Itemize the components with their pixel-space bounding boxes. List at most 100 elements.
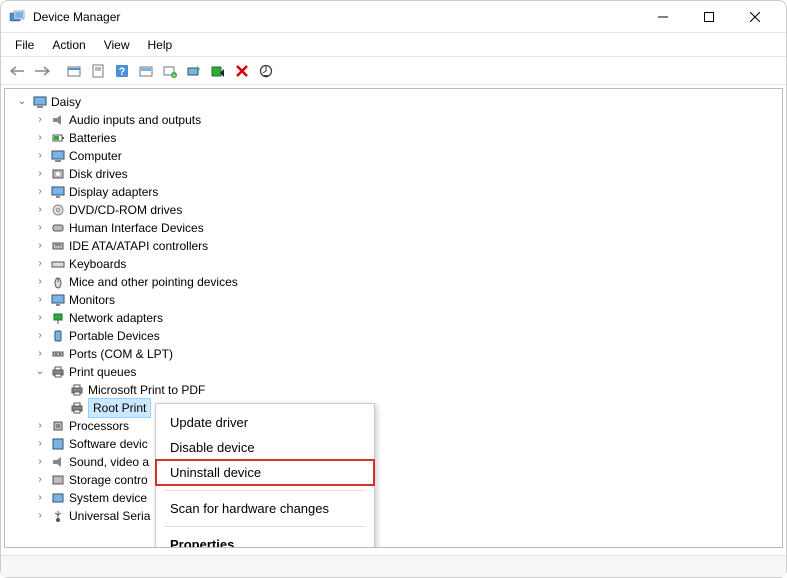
back-button[interactable]: [7, 60, 29, 82]
chevron-right-icon[interactable]: ›: [33, 257, 47, 271]
chevron-right-icon[interactable]: ›: [33, 473, 47, 487]
chevron-right-icon[interactable]: ›: [33, 347, 47, 361]
printer-icon: [50, 364, 66, 380]
tree-category[interactable]: › IDE ATA/ATAPI controllers: [15, 237, 772, 255]
port-icon: [50, 346, 66, 362]
tree-category[interactable]: › Network adapters: [15, 309, 772, 327]
tree-category-label: Batteries: [69, 129, 116, 147]
network-icon: [50, 310, 66, 326]
app-icon: [9, 9, 25, 25]
tree-category-label: Display adapters: [69, 183, 158, 201]
svg-text:+: +: [172, 72, 176, 78]
menu-help[interactable]: Help: [140, 36, 181, 54]
computer-icon: [32, 94, 48, 110]
scan-hardware-changes-icon[interactable]: [255, 60, 277, 82]
add-hardware-icon[interactable]: +: [159, 60, 181, 82]
uninstall-icon[interactable]: [231, 60, 253, 82]
tree-root-label: Daisy: [51, 93, 81, 111]
chevron-right-icon[interactable]: ›: [33, 455, 47, 469]
tree-category[interactable]: ›Disk drives: [15, 165, 772, 183]
chevron-right-icon[interactable]: ›: [33, 131, 47, 145]
chevron-right-icon[interactable]: ›: [33, 203, 47, 217]
chevron-right-icon[interactable]: ›: [33, 509, 47, 523]
menu-view[interactable]: View: [96, 36, 138, 54]
minimize-button[interactable]: [640, 2, 686, 32]
show-tree-icon[interactable]: [63, 60, 85, 82]
chevron-right-icon[interactable]: ›: [33, 167, 47, 181]
battery-icon: [50, 130, 66, 146]
tree-root[interactable]: ⌄ Daisy: [15, 93, 772, 111]
ctx-update-driver[interactable]: Update driver: [156, 410, 374, 435]
ctx-disable-device[interactable]: Disable device: [156, 435, 374, 460]
portable-icon: [50, 328, 66, 344]
tree-category[interactable]: › Ports (COM & LPT): [15, 345, 772, 363]
tree-category-label: DVD/CD-ROM drives: [69, 201, 182, 219]
tree-category-label: Software devic: [69, 435, 148, 453]
tree-category[interactable]: › Portable Devices: [15, 327, 772, 345]
forward-button[interactable]: [31, 60, 53, 82]
disable-device-icon[interactable]: [207, 60, 229, 82]
tree-category[interactable]: › DVD/CD-ROM drives: [15, 201, 772, 219]
update-driver-icon[interactable]: [183, 60, 205, 82]
properties-icon[interactable]: [87, 60, 109, 82]
tree-category[interactable]: › Batteries: [15, 129, 772, 147]
menu-file[interactable]: File: [7, 36, 42, 54]
ctx-scan-hardware[interactable]: Scan for hardware changes: [156, 496, 374, 521]
disk-icon: [50, 166, 66, 182]
tree-category-label: Mice and other pointing devices: [69, 273, 238, 291]
ctx-properties[interactable]: Properties: [156, 532, 374, 548]
chevron-right-icon[interactable]: ›: [33, 113, 47, 127]
tree-category[interactable]: ›Audio inputs and outputs: [15, 111, 772, 129]
tree-category-label: Computer: [69, 147, 122, 165]
context-menu: Update driver Disable device Uninstall d…: [155, 403, 375, 548]
chevron-right-icon[interactable]: ›: [33, 221, 47, 235]
tree-category-label: Human Interface Devices: [69, 219, 204, 237]
tree-category[interactable]: ›Monitors: [15, 291, 772, 309]
mouse-icon: [50, 274, 66, 290]
tree-category[interactable]: ›Universal Seria: [15, 507, 772, 525]
menu-action[interactable]: Action: [44, 36, 93, 54]
tree-device-print-pdf[interactable]: Microsoft Print to PDF: [15, 381, 772, 399]
tree-category-print-queues[interactable]: ⌄ Print queues: [15, 363, 772, 381]
titlebar: Device Manager: [1, 1, 786, 33]
chevron-right-icon[interactable]: ›: [33, 293, 47, 307]
tree-category-label: Network adapters: [69, 309, 163, 327]
device-tree[interactable]: ⌄ Daisy ›Audio inputs and outputs›Batter…: [4, 88, 783, 548]
tree-category-label: Sound, video a: [69, 453, 149, 471]
tree-category[interactable]: › Human Interface Devices: [15, 219, 772, 237]
tree-category[interactable]: › Computer: [15, 147, 772, 165]
chevron-right-icon[interactable]: ›: [33, 311, 47, 325]
tree-category[interactable]: ›Storage contro: [15, 471, 772, 489]
ide-icon: [50, 238, 66, 254]
chevron-right-icon[interactable]: ›: [33, 239, 47, 253]
printer-icon: [69, 382, 85, 398]
tree-category[interactable]: › Mice and other pointing devices: [15, 273, 772, 291]
tree-category-label: Portable Devices: [69, 327, 160, 345]
tree-category[interactable]: ›Keyboards: [15, 255, 772, 273]
chevron-right-icon[interactable]: ›: [33, 149, 47, 163]
tree-category[interactable]: ›System device: [15, 489, 772, 507]
close-button[interactable]: [732, 2, 778, 32]
chevron-down-icon[interactable]: ⌄: [33, 365, 47, 379]
scan-devices-icon[interactable]: [135, 60, 157, 82]
chevron-right-icon[interactable]: ›: [33, 419, 47, 433]
tree-device-root-print-queue[interactable]: Root Print: [15, 399, 772, 417]
chevron-right-icon[interactable]: ›: [33, 491, 47, 505]
tree-category[interactable]: ›Processors: [15, 417, 772, 435]
chevron-down-icon[interactable]: ⌄: [15, 95, 29, 109]
tree-category[interactable]: › Sound, video a: [15, 453, 772, 471]
maximize-button[interactable]: [686, 2, 732, 32]
software-icon: [50, 436, 66, 452]
tree-category[interactable]: › Display adapters: [15, 183, 772, 201]
tree-category-label: IDE ATA/ATAPI controllers: [69, 237, 208, 255]
chevron-right-icon[interactable]: ›: [33, 185, 47, 199]
chevron-right-icon[interactable]: ›: [33, 329, 47, 343]
chevron-right-icon[interactable]: ›: [33, 275, 47, 289]
system-icon: [50, 490, 66, 506]
tree-category-label: Ports (COM & LPT): [69, 345, 173, 363]
statusbar: [1, 555, 786, 577]
ctx-uninstall-device[interactable]: Uninstall device: [156, 460, 374, 485]
tree-category[interactable]: › Software devic: [15, 435, 772, 453]
chevron-right-icon[interactable]: ›: [33, 437, 47, 451]
help-icon[interactable]: ?: [111, 60, 133, 82]
